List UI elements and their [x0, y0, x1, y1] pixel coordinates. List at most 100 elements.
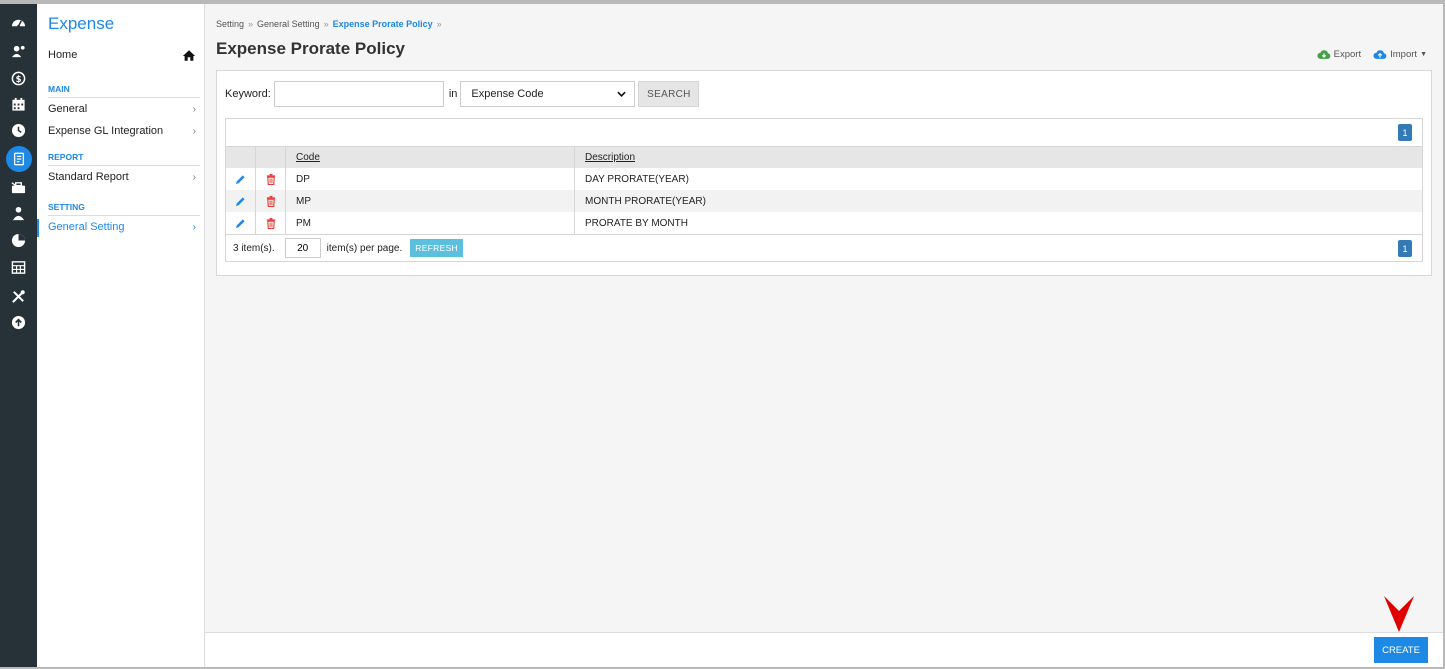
expense-icon-bubble: [5, 146, 32, 172]
payroll-icon[interactable]: $: [0, 66, 37, 90]
trash-icon: [266, 195, 275, 207]
refresh-button[interactable]: REFRESH: [410, 239, 463, 257]
item-count: 3 item(s).: [233, 242, 275, 254]
search-field-value: Expense Code: [471, 88, 544, 100]
chevron-right-icon: ›: [192, 171, 196, 183]
menu-item-label: General: [48, 103, 88, 115]
chevron-right-icon: ›: [192, 103, 196, 115]
search-button[interactable]: SEARCH: [638, 81, 700, 107]
header-code[interactable]: Code: [286, 147, 575, 168]
delete-button[interactable]: [256, 212, 286, 234]
expense-icon[interactable]: [0, 146, 37, 172]
cell-code: MP: [286, 190, 575, 212]
breadcrumb: Setting» General Setting» Expense Prorate …: [216, 19, 446, 29]
menu-item-expense-gl-integration[interactable]: Expense GL Integration ›: [48, 123, 196, 139]
in-label: in: [448, 88, 458, 100]
search-bar: Keyword: in Expense Code SEARCH: [225, 81, 700, 107]
user-group-icon[interactable]: [0, 201, 37, 225]
export-label: Export: [1333, 49, 1362, 60]
cell-description: DAY PRORATE(YEAR): [585, 173, 689, 185]
pencil-icon: [235, 174, 245, 184]
svg-text:$: $: [16, 73, 22, 83]
upload-icon[interactable]: [0, 310, 37, 334]
chevron-down-icon: [617, 91, 627, 97]
menu-item-label: Standard Report: [48, 171, 129, 183]
dashboard-icon[interactable]: [0, 10, 37, 34]
red-arrow-annotation-icon: [1384, 596, 1414, 632]
menu-section-main: MAIN: [48, 84, 200, 98]
home-icon: [182, 49, 196, 61]
calendar-icon[interactable]: [0, 92, 37, 116]
menu-section-report: REPORT: [48, 152, 200, 166]
footer-bar: CREATE: [205, 632, 1443, 667]
cloud-upload-icon: [1373, 50, 1387, 59]
menu-item-label: General Setting: [48, 221, 125, 233]
header-cell-delete: [256, 147, 286, 168]
table-row: MP MONTH PRORATE(YEAR): [226, 190, 1422, 212]
breadcrumb-item-current: Expense Prorate Policy: [332, 19, 433, 29]
tools-icon[interactable]: [0, 284, 37, 308]
menu-home-link[interactable]: Home: [48, 47, 196, 63]
chevron-right-icon: ›: [192, 125, 196, 137]
table-icon[interactable]: [0, 255, 37, 279]
chevron-right-icon: ›: [192, 221, 196, 233]
trash-icon: [266, 173, 275, 185]
header-description[interactable]: Description: [575, 147, 1421, 168]
cloud-download-icon: [1317, 50, 1330, 59]
list-panel: Keyword: in Expense Code SEARCH 1 Code D…: [216, 70, 1432, 276]
pencil-icon: [235, 218, 245, 228]
page-title: Expense Prorate Policy: [216, 39, 405, 58]
import-button[interactable]: Import ▼: [1373, 49, 1427, 60]
export-button[interactable]: Export: [1317, 49, 1361, 60]
breadcrumb-item-setting[interactable]: Setting: [216, 19, 244, 29]
pencil-icon: [235, 196, 245, 206]
grid-footer: 3 item(s). item(s) per page. REFRESH 1: [226, 234, 1422, 261]
menu-item-general-setting[interactable]: General Setting ›: [48, 219, 196, 235]
app-frame: $ Expense Home MAIN General › Expense GL…: [0, 4, 1443, 667]
page-number-bottom[interactable]: 1: [1398, 240, 1412, 257]
keyword-label: Keyword:: [225, 88, 271, 100]
cell-description: MONTH PRORATE(YEAR): [585, 195, 706, 207]
caret-down-icon: ▼: [1420, 51, 1427, 58]
employee-icon[interactable]: [0, 39, 37, 63]
create-button[interactable]: CREATE: [1374, 637, 1428, 663]
page-actions: Export Import ▼: [1317, 49, 1427, 60]
menu-section-setting: SETTING: [48, 202, 200, 216]
cell-code: DP: [286, 168, 575, 190]
import-label: Import: [1390, 49, 1418, 60]
grid-header: Code Description: [226, 146, 1422, 168]
menu-item-general[interactable]: General ›: [48, 101, 196, 117]
keyword-input[interactable]: [273, 81, 444, 107]
table-row: PM PRORATE BY MONTH: [226, 212, 1422, 234]
menu-home-label: Home: [48, 49, 78, 61]
edit-button[interactable]: [226, 212, 256, 234]
module-menu: Expense Home MAIN General › Expense GL I…: [37, 4, 205, 667]
header-cell-edit: [226, 147, 256, 168]
breadcrumb-item-general-setting[interactable]: General Setting: [257, 19, 320, 29]
delete-button[interactable]: [256, 190, 286, 212]
per-page-input[interactable]: [284, 238, 321, 258]
cell-code: PM: [286, 212, 575, 234]
header-description-label: Description: [585, 152, 636, 163]
trash-icon: [266, 217, 275, 229]
module-title: Expense: [48, 14, 115, 33]
cell-description: PRORATE BY MONTH: [585, 217, 688, 229]
menu-item-standard-report[interactable]: Standard Report ›: [48, 169, 196, 185]
edit-button[interactable]: [226, 168, 256, 190]
search-field-select[interactable]: Expense Code: [460, 81, 636, 107]
menu-item-label: Expense GL Integration: [48, 125, 164, 137]
icon-rail: $: [0, 4, 37, 667]
page-number-top[interactable]: 1: [1398, 124, 1412, 141]
delete-button[interactable]: [256, 168, 286, 190]
clock-icon[interactable]: [0, 118, 37, 142]
per-page-label: item(s) per page.: [326, 242, 403, 254]
breadcrumb-separator: »: [323, 19, 329, 29]
header-code-label: Code: [296, 152, 320, 163]
breadcrumb-separator: »: [436, 19, 442, 29]
data-grid: 1 Code Description DP DAY PRORATE(YEAR): [225, 118, 1423, 262]
travel-icon[interactable]: [0, 175, 37, 199]
breadcrumb-separator: »: [248, 19, 254, 29]
active-item-indicator: [37, 219, 39, 237]
edit-button[interactable]: [226, 190, 256, 212]
chart-icon[interactable]: [0, 228, 37, 252]
